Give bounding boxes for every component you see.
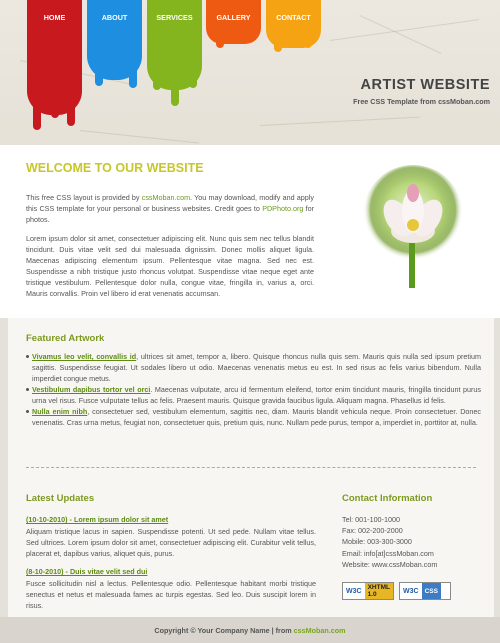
divider <box>26 467 476 468</box>
featured-link[interactable]: Vivamus leo velit, convallis id <box>32 352 136 361</box>
lotus-flower-image <box>363 165 463 288</box>
contact-title: Contact Information <box>342 493 433 504</box>
featured-title: Featured Artwork <box>26 333 105 344</box>
nav-tab-label: HOME <box>43 13 66 22</box>
contact-mobile: Mobile: 003-300-3000 <box>342 537 412 547</box>
nav-tab-about[interactable]: ABOUT <box>87 0 142 88</box>
nav-tab-services[interactable]: SERVICES <box>147 0 202 106</box>
copyright-text: Copyright © Your Company Name | from <box>154 626 294 635</box>
contact-email: Email: info[at]cssMoban.com <box>342 548 434 558</box>
paint-drip <box>304 38 312 48</box>
featured-list: Vivamus leo velit, convallis id, ultrice… <box>26 351 481 428</box>
nav-tab-contact[interactable]: CONTACT <box>266 0 321 52</box>
news-text: Aliquam tristique lacus in sapien. Suspe… <box>26 527 316 558</box>
paint-drip <box>95 66 103 86</box>
paint-drip <box>51 100 59 118</box>
nav-tab-label: SERVICES <box>156 13 193 22</box>
site-title: ARTIST WEBSITE <box>360 77 490 93</box>
badge-standard: XHTML 1.0 <box>364 583 393 599</box>
nav-tab-label: ABOUT <box>101 13 128 22</box>
paint-drip <box>189 76 197 88</box>
news-date-link[interactable]: (10-10-2010) - Lorem ipsum dolor sit ame… <box>26 515 168 524</box>
wall-crack <box>330 19 479 41</box>
news-date-link[interactable]: (8-10-2010) - Duis vitae velit sed dui <box>26 567 147 576</box>
featured-link[interactable]: Vestibulum dapibus tortor vel orci <box>32 385 150 394</box>
site-tagline: Free CSS Template from cssMoban.com <box>353 97 490 106</box>
pdphoto-link[interactable]: PDPhoto.org <box>262 204 303 213</box>
welcome-title: WELCOME TO OUR WEBSITE <box>26 161 204 175</box>
intro-text: This free CSS layout is provided by <box>26 193 142 202</box>
paint-drip <box>171 76 179 106</box>
paint-drip <box>129 66 137 88</box>
paint-drip <box>242 34 250 42</box>
featured-link[interactable]: Nulla enim nibh <box>32 407 87 416</box>
contact-info: Tel: 001-100-1000 Fax: 002-200-2000 Mobi… <box>342 514 437 570</box>
featured-text: , consectetuer sed, vestibulum elementum… <box>32 407 481 427</box>
contact-fax: Fax: 002-200-2000 <box>342 526 403 536</box>
css-valid-badge[interactable]: W3C CSS <box>399 582 451 600</box>
cssmoban-link[interactable]: cssMoban.com <box>142 193 190 202</box>
list-item: Vestibulum dapibus tortor vel orci. Maec… <box>26 384 481 406</box>
contact-tel: Tel: 001-100-1000 <box>342 515 400 524</box>
nav-tab-label: CONTACT <box>276 13 311 22</box>
badge-label: XHTML <box>367 584 390 591</box>
wall-crack <box>260 116 420 126</box>
updates-title: Latest Updates <box>26 493 95 504</box>
page: HOME ABOUT SERVICES GALLERY CONTACT ARTI… <box>0 0 500 643</box>
nav-tab-gallery[interactable]: GALLERY <box>206 0 261 48</box>
welcome-section: WELCOME TO OUR WEBSITE This free CSS lay… <box>0 145 500 318</box>
news-text: Fusce sollicitudin nisl a lectus. Pellen… <box>26 579 316 610</box>
bottom-section: Latest Updates (10-10-2010) - Lorem ipsu… <box>8 478 494 617</box>
list-item: Vivamus leo velit, convallis id, ultrice… <box>26 351 481 384</box>
badge-version: 1.0 <box>367 591 377 598</box>
paint-drip <box>67 100 75 126</box>
paint-drip <box>216 34 224 48</box>
nav-tab-home[interactable]: HOME <box>27 0 82 130</box>
badge-standard: CSS <box>421 583 441 599</box>
footer-text: Copyright © Your Company Name | from css… <box>0 626 500 635</box>
welcome-body: Lorem ipsum dolor sit amet, consectetuer… <box>26 234 314 298</box>
paint-drip <box>33 100 41 130</box>
contact-website: Website: www.cssMoban.com <box>342 559 438 569</box>
welcome-intro: This free CSS layout is provided by cssM… <box>26 192 314 225</box>
w3c-logo: W3C <box>346 587 362 595</box>
wall-crack <box>79 130 200 144</box>
w3c-logo: W3C <box>403 587 419 595</box>
paint-drip <box>113 66 121 74</box>
xhtml-valid-badge[interactable]: W3C XHTML 1.0 <box>342 582 394 600</box>
list-item: Nulla enim nibh, consectetuer sed, vesti… <box>26 406 481 428</box>
header: HOME ABOUT SERVICES GALLERY CONTACT ARTI… <box>0 0 500 145</box>
paint-drip <box>153 76 161 90</box>
nav-tab-label: GALLERY <box>216 13 251 22</box>
badge-label: CSS <box>424 587 438 595</box>
paint-drip <box>274 38 282 52</box>
featured-section: Featured Artwork Vivamus leo velit, conv… <box>8 318 494 478</box>
footer: Copyright © Your Company Name | from css… <box>0 617 500 643</box>
footer-link[interactable]: cssMoban.com <box>294 626 346 635</box>
